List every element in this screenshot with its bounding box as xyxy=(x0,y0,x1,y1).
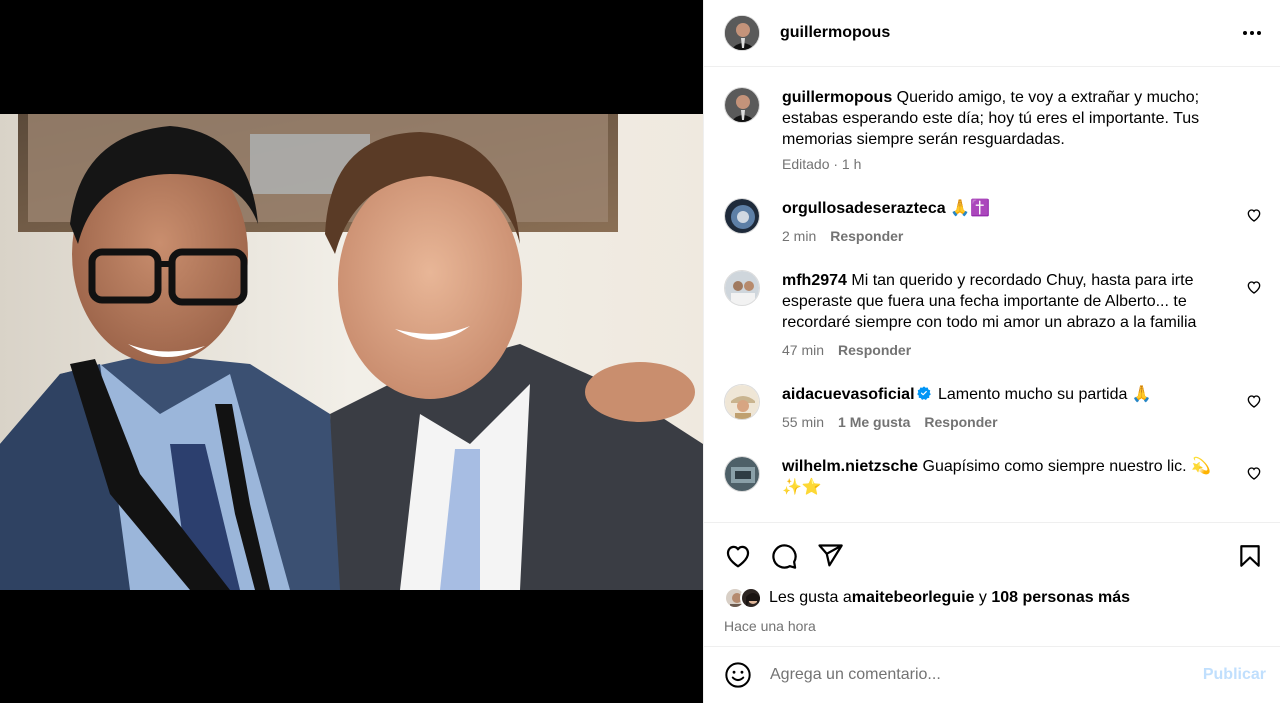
reply-button[interactable]: Responder xyxy=(924,414,997,430)
verified-badge-icon xyxy=(916,386,931,400)
comment-time: 55 min xyxy=(782,414,825,430)
caption-author-avatar[interactable] xyxy=(724,87,760,123)
comment-body: orgullosadeserazteca 🙏✝️ 2 min Responder xyxy=(782,198,1264,244)
caption-text-block: guillermopous Querido amigo, te voy a ex… xyxy=(782,87,1224,150)
comment-meta: 55 min 1 Me gusta Responder xyxy=(782,414,1230,430)
send-icon[interactable] xyxy=(816,542,844,570)
add-comment-bar: Publicar xyxy=(704,646,1280,703)
comment-username[interactable]: orgullosadeserazteca xyxy=(782,200,946,217)
post-media-pane xyxy=(0,0,703,703)
comment-text: Lamento mucho su partida 🙏 xyxy=(933,386,1152,403)
post-actions: Les gusta a maitebeorleguie y 108 person… xyxy=(704,522,1280,646)
comment-input[interactable] xyxy=(770,666,1203,684)
comment-time: 47 min xyxy=(782,342,825,358)
likes-prefix: Les gusta a xyxy=(769,589,852,606)
instagram-post-dialog: guillermopous guillermopous Querido amig… xyxy=(0,0,1280,703)
comment-body: wilhelm.nietzsche Guapísimo como siempre… xyxy=(782,456,1264,498)
reply-button[interactable]: Responder xyxy=(838,342,911,358)
likes-others-link[interactable]: 108 personas más xyxy=(991,589,1130,607)
publish-button[interactable]: Publicar xyxy=(1203,666,1266,684)
caption-body: guillermopous Querido amigo, te voy a ex… xyxy=(782,87,1264,172)
comment-meta: 2 min Responder xyxy=(782,228,1230,244)
likers-avatars[interactable] xyxy=(724,587,766,609)
comment-avatar[interactable] xyxy=(724,270,760,306)
like-comment-icon[interactable] xyxy=(1246,279,1262,295)
like-comment-icon[interactable] xyxy=(1246,207,1262,223)
comment-body: mfh2974 Mi tan querido y recordado Chuy,… xyxy=(782,270,1264,358)
comment-likes-count[interactable]: 1 Me gusta xyxy=(838,414,910,430)
author-username[interactable]: guillermopous xyxy=(780,24,1240,42)
comment-avatar[interactable] xyxy=(724,198,760,234)
like-comment-icon[interactable] xyxy=(1246,465,1262,481)
comment-text-block: aidacuevasoficial Lamento mucho su parti… xyxy=(782,384,1230,405)
post-caption: guillermopous Querido amigo, te voy a ex… xyxy=(724,87,1264,172)
caption-edited-time: Editado · 1 h xyxy=(782,156,862,172)
likes-mid: y xyxy=(974,589,992,606)
comment-text: 🙏✝️ xyxy=(945,200,990,217)
comment-username[interactable]: aidacuevasoficial xyxy=(782,386,915,403)
comment-text-block: wilhelm.nietzsche Guapísimo como siempre… xyxy=(782,456,1230,498)
comments-list[interactable]: guillermopous Querido amigo, te voy a ex… xyxy=(704,68,1280,522)
action-icons-bar xyxy=(724,523,1264,585)
comment-username[interactable]: mfh2974 xyxy=(782,272,847,289)
liker-username[interactable]: maitebeorleguie xyxy=(852,589,975,607)
comment-body: aidacuevasoficial Lamento mucho su parti… xyxy=(782,384,1264,430)
comment-avatar[interactable] xyxy=(724,384,760,420)
post-photo[interactable] xyxy=(0,114,703,590)
heart-icon[interactable] xyxy=(724,542,752,570)
more-options-icon[interactable] xyxy=(1240,21,1264,45)
author-avatar[interactable] xyxy=(724,15,760,51)
liker-avatar xyxy=(740,587,762,609)
reply-button[interactable]: Responder xyxy=(830,228,903,244)
comment-item: orgullosadeserazteca 🙏✝️ 2 min Responder xyxy=(724,198,1264,244)
comment-item: aidacuevasoficial Lamento mucho su parti… xyxy=(724,384,1264,430)
comment-text-block: mfh2974 Mi tan querido y recordado Chuy,… xyxy=(782,270,1230,333)
comment-item: wilhelm.nietzsche Guapísimo como siempre… xyxy=(724,456,1264,498)
comment-text-block: orgullosadeserazteca 🙏✝️ xyxy=(782,198,1230,219)
post-header: guillermopous xyxy=(704,0,1280,67)
emoji-icon[interactable] xyxy=(724,661,752,689)
comment-item: mfh2974 Mi tan querido y recordado Chuy,… xyxy=(724,270,1264,358)
comment-meta: 47 min Responder xyxy=(782,342,1230,358)
caption-username[interactable]: guillermopous xyxy=(782,89,892,106)
likes-summary: Les gusta a maitebeorleguie y 108 person… xyxy=(724,587,1264,609)
post-details-panel: guillermopous guillermopous Querido amig… xyxy=(703,0,1280,703)
comment-username[interactable]: wilhelm.nietzsche xyxy=(782,458,918,475)
caption-meta: Editado · 1 h xyxy=(782,156,1224,172)
post-timestamp[interactable]: Hace una hora xyxy=(724,618,1264,634)
comment-avatar[interactable] xyxy=(724,456,760,492)
comment-time: 2 min xyxy=(782,228,817,244)
bookmark-icon[interactable] xyxy=(1236,542,1264,570)
like-comment-icon[interactable] xyxy=(1246,393,1262,409)
comment-icon[interactable] xyxy=(770,542,798,570)
